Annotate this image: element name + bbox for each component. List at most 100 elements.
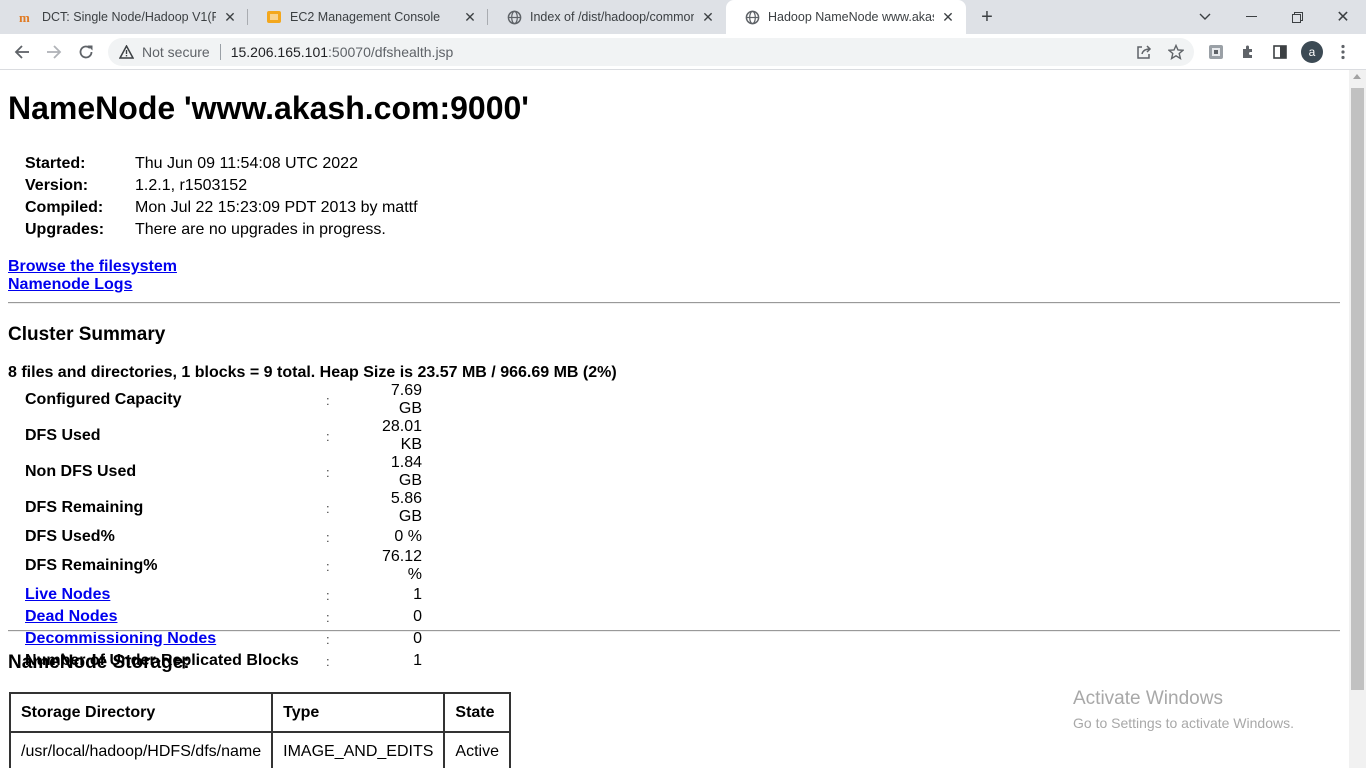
tab-title: Hadoop NameNode www.akash.c — [768, 10, 934, 24]
tab-search-chevron-icon[interactable] — [1182, 0, 1228, 34]
stat-name: DFS Remaining% — [25, 557, 158, 574]
stat-separator: : — [326, 558, 330, 574]
close-icon[interactable]: ✕ — [940, 9, 956, 25]
back-arrow-icon[interactable] — [9, 39, 35, 65]
svg-text:m: m — [19, 10, 30, 25]
tab-title: EC2 Management Console — [290, 10, 441, 24]
scroll-up-arrow-icon[interactable] — [1353, 74, 1361, 79]
scrollbar-thumb[interactable] — [1351, 88, 1364, 690]
security-label[interactable]: Not secure — [142, 44, 210, 60]
tab-title: DCT: Single Node/Hadoop V1(Pr — [42, 10, 216, 24]
hadoop-favicon: m — [18, 9, 34, 25]
reload-icon[interactable] — [73, 39, 99, 65]
cluster-summary-heading: Cluster Summary — [8, 324, 166, 345]
stat-value: 5.86 GB — [390, 490, 422, 525]
stat-separator: : — [326, 392, 330, 408]
tab-hadoop-namenode[interactable]: Hadoop NameNode www.akash.c ✕ — [726, 0, 966, 34]
url-path: :50070/dfshealth.jsp — [328, 44, 454, 60]
activate-windows-watermark-text: Go to Settings to activate Windows. — [1073, 715, 1294, 731]
close-icon[interactable]: ✕ — [462, 9, 478, 25]
stat-value: 0 % — [394, 528, 422, 545]
column-header: Type — [271, 692, 446, 733]
table-row: Live Nodes: 1 — [25, 584, 422, 606]
activate-windows-watermark-title: Activate Windows — [1073, 688, 1223, 709]
extension-puzzle-app-icon[interactable] — [1206, 42, 1226, 62]
restore-icon[interactable] — [1274, 0, 1320, 34]
stat-separator: : — [326, 529, 330, 545]
table-cell: Active — [443, 731, 512, 768]
stat-separator: : — [326, 500, 330, 516]
table-row: Dead Nodes: 0 — [25, 606, 422, 628]
close-icon[interactable]: ✕ — [700, 9, 716, 25]
menu-kebab-icon[interactable] — [1333, 42, 1353, 62]
table-row: DFS Remaining%: 76.12 % — [25, 548, 422, 584]
globe-icon — [506, 9, 522, 25]
stat-value: 76.12 % — [381, 548, 422, 583]
table-row: Configured Capacity: 7.69 GB — [25, 382, 422, 418]
table-row: DFS Remaining: 5.86 GB — [25, 490, 422, 526]
namenode-logs-link[interactable]: Namenode Logs — [8, 276, 132, 293]
table-row: DFS Used%: 0 % — [25, 526, 422, 548]
stat-separator: : — [326, 464, 330, 480]
forward-arrow-icon[interactable] — [41, 39, 67, 65]
info-key: Version: — [25, 177, 89, 194]
cluster-summary-line: 8 files and directories, 1 blocks = 9 to… — [8, 364, 617, 381]
url-host: 15.206.165.101 — [230, 44, 329, 60]
address-bar[interactable]: Not secure 15.206.165.101:50070/dfshealt… — [108, 38, 1194, 66]
tab-dct-hadoop[interactable]: m DCT: Single Node/Hadoop V1(Pr ✕ — [0, 0, 248, 34]
namenode-storage-heading: NameNode Storage: — [8, 652, 190, 673]
tab-title: Index of /dist/hadoop/common/ — [530, 10, 694, 24]
info-row: Started: Thu Jun 09 11:54:08 UTC 2022 — [25, 153, 418, 175]
column-header: State — [443, 692, 512, 733]
page-title: NameNode 'www.akash.com:9000' — [8, 90, 529, 126]
stat-value: 7.69 GB — [390, 382, 422, 417]
dead-nodes-link[interactable]: Dead Nodes — [25, 608, 117, 625]
bookmark-star-icon[interactable] — [1166, 42, 1186, 62]
new-tab-button[interactable]: + — [976, 6, 998, 28]
info-key: Compiled: — [25, 199, 104, 216]
omnibox-divider — [219, 44, 221, 60]
cluster-stats-table: Configured Capacity: 7.69 GB DFS Used: 28.… — [25, 382, 422, 672]
tab-ec2-console[interactable]: EC2 Management Console ✕ — [248, 0, 488, 34]
aws-favicon — [266, 9, 282, 25]
info-value: 1.2.1, r1503152 — [135, 177, 248, 194]
side-panel-icon[interactable] — [1270, 42, 1290, 62]
globe-icon — [744, 9, 760, 25]
info-row: Upgrades: There are no upgrades in progre… — [25, 219, 418, 241]
namenode-info-table: Started: Thu Jun 09 11:54:08 UTC 2022 Ver… — [25, 153, 418, 241]
close-icon[interactable]: ✕ — [222, 9, 238, 25]
column-header: Storage Directory — [8, 692, 274, 733]
info-value: Mon Jul 22 15:23:09 PDT 2013 by mattf — [135, 199, 418, 216]
tab-strip: m DCT: Single Node/Hadoop V1(Pr ✕ EC2 Ma… — [0, 0, 1366, 34]
table-cell: /usr/local/hadoop/HDFS/dfs/name — [8, 731, 274, 768]
stat-value: 1 — [413, 586, 422, 603]
profile-avatar[interactable]: a — [1301, 41, 1323, 63]
extensions-puzzle-icon[interactable] — [1238, 42, 1258, 62]
share-icon[interactable] — [1134, 42, 1154, 62]
table-row: /usr/local/hadoop/HDFS/dfs/name IMAGE_AN… — [8, 731, 512, 768]
decommissioning-nodes-link[interactable]: Decommissioning Nodes — [25, 630, 216, 647]
live-nodes-link[interactable]: Live Nodes — [25, 586, 110, 603]
browse-filesystem-link[interactable]: Browse the filesystem — [8, 258, 177, 275]
browser-toolbar: Not secure 15.206.165.101:50070/dfshealt… — [0, 34, 1366, 70]
stat-name: DFS Remaining — [25, 499, 144, 516]
warning-triangle-icon[interactable] — [118, 44, 134, 60]
table-row: Non DFS Used: 1.84 GB — [25, 454, 422, 490]
divider — [8, 630, 1340, 632]
minimize-icon[interactable] — [1228, 0, 1274, 34]
stat-name: Configured Capacity — [25, 391, 182, 408]
table-cell: IMAGE_AND_EDITS — [271, 731, 446, 768]
namenode-storage-table: Storage Directory Type State /usr/local/… — [8, 692, 512, 768]
info-row: Version: 1.2.1, r1503152 — [25, 175, 418, 197]
info-key: Upgrades: — [25, 221, 105, 238]
table-header-row: Storage Directory Type State — [8, 692, 512, 733]
close-window-icon[interactable]: ✕ — [1320, 0, 1366, 34]
stat-name: DFS Used — [25, 427, 101, 444]
page-content: NameNode 'www.akash.com:9000' Started: Th… — [0, 70, 1349, 768]
stat-value: 1 — [413, 652, 422, 669]
info-key: Started: — [25, 155, 86, 172]
info-value: Thu Jun 09 11:54:08 UTC 2022 — [135, 155, 358, 172]
tab-index-dist-hadoop[interactable]: Index of /dist/hadoop/common/ ✕ — [488, 0, 726, 34]
stat-name: Non DFS Used — [25, 463, 137, 480]
stat-separator: : — [326, 609, 330, 625]
